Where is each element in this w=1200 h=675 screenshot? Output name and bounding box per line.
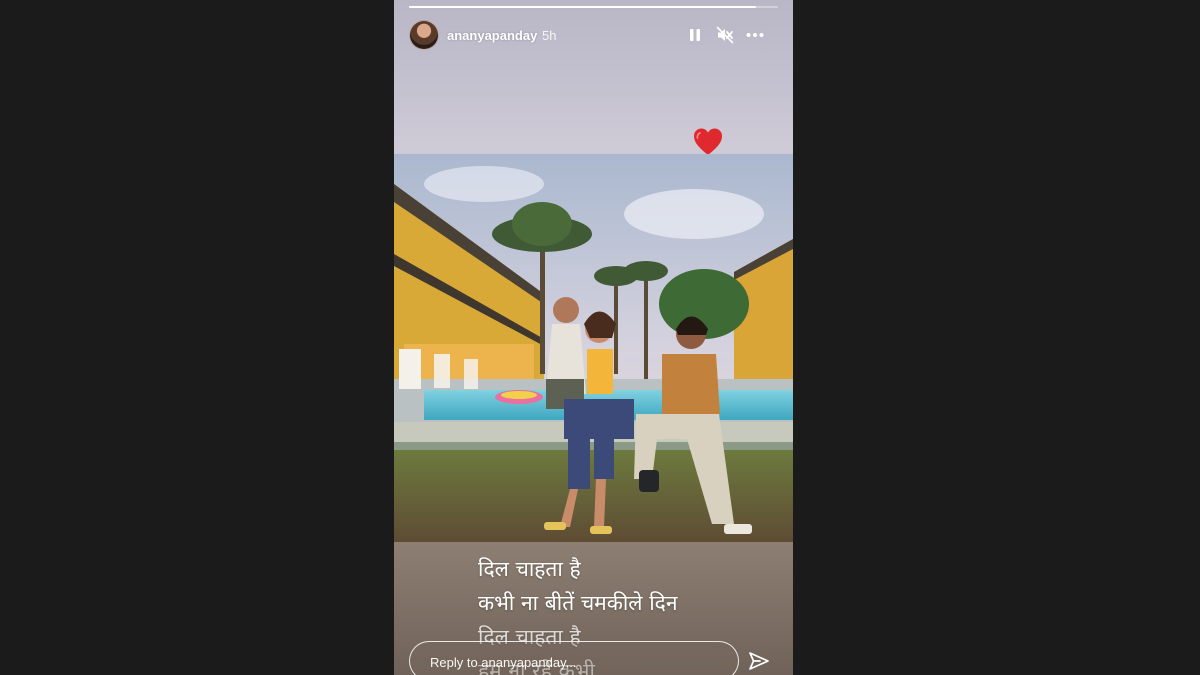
profile-avatar[interactable] <box>409 20 439 50</box>
profile-username[interactable]: ananyapanday <box>447 28 537 43</box>
muted-speaker-icon <box>716 26 734 44</box>
reply-placeholder: Reply to ananyapanday... <box>430 655 577 670</box>
mute-button[interactable] <box>715 25 735 45</box>
pause-button[interactable] <box>685 25 705 45</box>
paper-plane-icon <box>749 652 769 670</box>
send-button[interactable] <box>748 650 770 672</box>
pool-group-photo <box>394 154 793 542</box>
story-header: ananyapanday 5h <box>409 20 778 52</box>
story-viewer[interactable]: ananyapanday 5h दिल चाहता है कभी ना बीते… <box>394 0 793 675</box>
story-timestamp: 5h <box>542 28 557 43</box>
reply-input[interactable]: Reply to ananyapanday... <box>409 641 739 675</box>
lyric-line: दिल चाहता है <box>478 557 581 581</box>
more-options-button[interactable] <box>745 25 765 45</box>
story-progress-bar <box>409 6 778 8</box>
story-progress-fill <box>409 6 756 8</box>
story-photo <box>394 154 793 542</box>
more-options-icon <box>746 33 764 37</box>
pause-icon <box>690 29 700 41</box>
lyric-line: कभी ना बीतें चमकीले दिन <box>478 591 678 615</box>
